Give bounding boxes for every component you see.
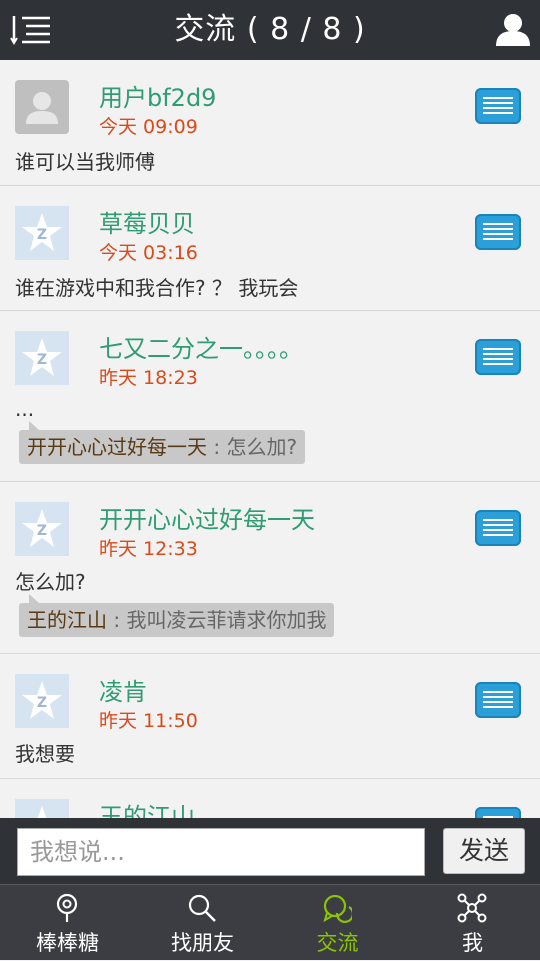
user-name[interactable]: 开开心心过好每一天	[99, 500, 315, 535]
list-item[interactable]: Z 王的江山	[0, 779, 540, 818]
post-menu-button[interactable]	[475, 88, 521, 124]
bottom-tab-bar: 棒棒糖 找朋友 交流 我	[0, 884, 540, 960]
post-time: 昨天 11:50	[99, 710, 198, 732]
post-menu-button[interactable]	[475, 510, 521, 546]
reply-bubble[interactable]: 开开心心过好每一天 : 怎么加?	[19, 421, 306, 464]
svg-text:Z: Z	[37, 352, 47, 368]
post-menu-button[interactable]	[475, 339, 521, 375]
reply-text: 我叫凌云菲请求你加我	[126, 608, 327, 632]
list-lines-icon	[483, 348, 513, 365]
tab-label: 棒棒糖	[36, 931, 99, 955]
user-name[interactable]: 用户bf2d9	[99, 78, 216, 113]
tab-find-friends[interactable]: 找朋友	[135, 885, 270, 961]
tab-label: 交流	[316, 931, 359, 955]
qzone-star-avatar-icon: Z	[15, 502, 69, 556]
svg-text:Z: Z	[37, 523, 47, 539]
post-time: 昨天 12:33	[99, 538, 198, 560]
list-item[interactable]: Z 开开心心过好每一天 昨天 12:33 怎么加? 王的江山 : 我叫凌云菲请求…	[0, 482, 540, 654]
tab-label: 我	[462, 931, 483, 955]
list-item[interactable]: Z 草莓贝贝 今天 03:16 谁在游戏中和我合作? ？ 我玩会	[0, 186, 540, 311]
page-title: 交流 ( 8 / 8 )	[174, 12, 366, 47]
message-feed[interactable]: 用户bf2d9 今天 09:09 谁可以当我师傅 Z 草莓贝贝 今天 03:16	[0, 60, 540, 818]
reply-text: 怎么加?	[226, 435, 298, 459]
list-item[interactable]: 用户bf2d9 今天 09:09 谁可以当我师傅	[0, 60, 540, 186]
post-message: 谁可以当我师傅	[15, 150, 155, 174]
post-menu-button[interactable]	[475, 682, 521, 718]
location-pin-icon	[56, 893, 78, 922]
network-nodes-icon	[457, 893, 487, 923]
post-message: ...	[15, 397, 35, 421]
list-lines-icon	[483, 97, 513, 114]
reply-bubble[interactable]: 王的江山 : 我叫凌云菲请求你加我	[19, 594, 335, 637]
profile-icon[interactable]	[494, 12, 532, 48]
svg-text:Z: Z	[37, 695, 47, 711]
list-item[interactable]: Z 七又二分之一。。。。 昨天 18:23 ... 开开心心过好每一天 : 怎么…	[0, 311, 540, 482]
qzone-star-avatar-icon: Z	[15, 674, 69, 728]
user-name[interactable]: 草莓贝贝	[99, 204, 195, 239]
user-name[interactable]: 七又二分之一。。。。	[99, 329, 303, 364]
user-name[interactable]: 凌肯	[99, 672, 147, 707]
reply-separator: :	[107, 608, 127, 632]
tab-lollipop[interactable]: 棒棒糖	[0, 885, 135, 961]
tab-chat[interactable]: 交流	[270, 885, 405, 961]
list-lines-icon	[483, 223, 513, 240]
post-time: 今天 09:09	[99, 116, 198, 138]
qzone-star-avatar-icon: Z	[15, 206, 69, 260]
user-name[interactable]: 王的江山	[99, 797, 195, 818]
message-input[interactable]	[17, 828, 425, 876]
compose-bar: 发送	[0, 818, 540, 884]
list-lines-icon	[483, 519, 513, 536]
post-menu-button[interactable]	[475, 214, 521, 250]
list-item[interactable]: Z 凌肯 昨天 11:50 我想要	[0, 654, 540, 779]
qzone-star-avatar-icon: Z	[15, 799, 69, 818]
post-time: 今天 03:16	[99, 242, 198, 264]
reply-author[interactable]: 开开心心过好每一天	[27, 435, 207, 459]
tab-me[interactable]: 我	[405, 885, 540, 961]
reply-separator: :	[207, 435, 227, 459]
post-time: 昨天 18:23	[99, 367, 198, 389]
chat-bubbles-icon	[323, 894, 352, 923]
reply-author[interactable]: 王的江山	[27, 608, 107, 632]
list-lines-icon	[483, 691, 513, 708]
qzone-star-avatar-icon: Z	[15, 331, 69, 385]
top-bar: 交流 ( 8 / 8 )	[0, 0, 540, 60]
post-message: 谁在游戏中和我合作? ？ 我玩会	[15, 276, 299, 300]
svg-text:Z: Z	[37, 227, 47, 243]
post-menu-button[interactable]	[475, 807, 521, 818]
default-user-avatar-icon	[15, 80, 69, 134]
send-button[interactable]: 发送	[443, 828, 525, 874]
tab-label: 找朋友	[171, 931, 234, 955]
post-message: 我想要	[15, 742, 75, 766]
post-message: 怎么加?	[15, 570, 86, 594]
search-icon	[188, 894, 216, 922]
